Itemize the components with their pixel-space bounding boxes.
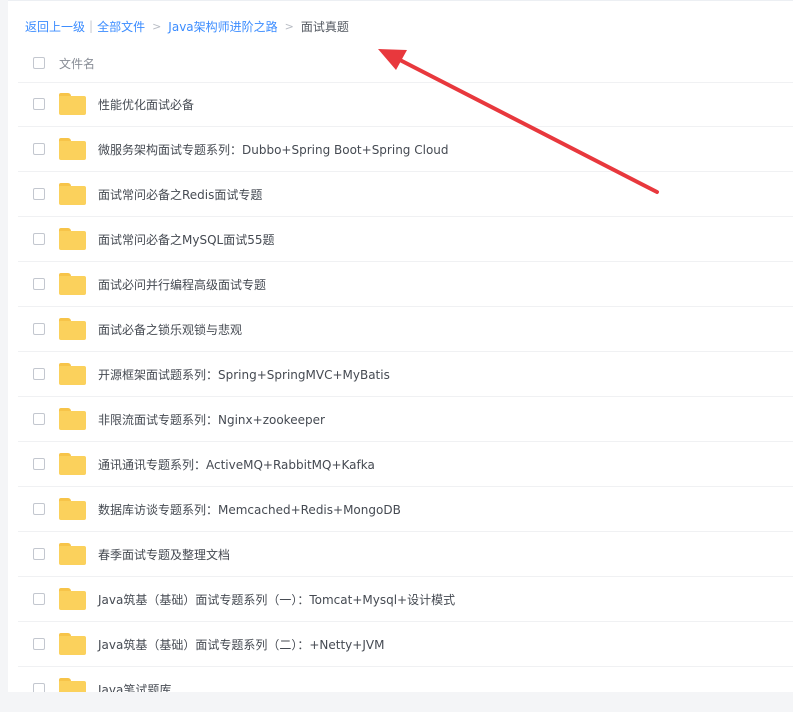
row-checkbox[interactable] bbox=[33, 98, 45, 110]
file-row[interactable]: 面试必问并行编程高级面试专题 bbox=[18, 262, 793, 307]
all-files-link[interactable]: 全部文件 bbox=[97, 18, 145, 35]
folder-icon bbox=[59, 93, 86, 115]
file-name-link[interactable]: 春季面试专题及整理文档 bbox=[98, 546, 230, 563]
row-checkbox[interactable] bbox=[33, 458, 45, 470]
row-checkbox[interactable] bbox=[33, 233, 45, 245]
file-row[interactable]: Java笔试题库 bbox=[18, 667, 793, 692]
row-checkbox[interactable] bbox=[33, 548, 45, 560]
folder-icon bbox=[59, 273, 86, 295]
row-checkbox[interactable] bbox=[33, 593, 45, 605]
breadcrumb-java-architect-link[interactable]: Java架构师进阶之路 bbox=[168, 18, 277, 35]
top-divider bbox=[8, 0, 793, 1]
select-all-checkbox[interactable] bbox=[33, 57, 45, 69]
file-name-link[interactable]: 通讯通讯专题系列：ActiveMQ+RabbitMQ+Kafka bbox=[98, 456, 375, 473]
file-row[interactable]: 面试常问必备之Redis面试专题 bbox=[18, 172, 793, 217]
folder-icon bbox=[59, 363, 86, 385]
chevron-right-icon: > bbox=[152, 19, 162, 33]
file-name-link[interactable]: 非限流面试专题系列：Nginx+zookeeper bbox=[98, 411, 325, 428]
file-name-link[interactable]: Java笔试题库 bbox=[98, 681, 171, 693]
row-checkbox[interactable] bbox=[33, 683, 45, 692]
folder-icon bbox=[59, 228, 86, 250]
file-row[interactable]: 性能优化面试必备 bbox=[18, 82, 793, 127]
row-checkbox[interactable] bbox=[33, 413, 45, 425]
file-name-link[interactable]: 微服务架构面试专题系列：Dubbo+Spring Boot+Spring Clo… bbox=[98, 141, 449, 158]
folder-icon bbox=[59, 588, 86, 610]
file-name-link[interactable]: Java筑基（基础）面试专题系列（二）：+Netty+JVM bbox=[98, 636, 384, 653]
file-row[interactable]: 数据库访谈专题系列：Memcached+Redis+MongoDB bbox=[18, 487, 793, 532]
row-checkbox[interactable] bbox=[33, 368, 45, 380]
file-name-link[interactable]: 性能优化面试必备 bbox=[98, 96, 194, 113]
row-checkbox[interactable] bbox=[33, 278, 45, 290]
file-name-link[interactable]: 数据库访谈专题系列：Memcached+Redis+MongoDB bbox=[98, 501, 401, 518]
file-row[interactable]: 非限流面试专题系列：Nginx+zookeeper bbox=[18, 397, 793, 442]
file-name-link[interactable]: 面试常问必备之MySQL面试55题 bbox=[98, 231, 274, 248]
back-link[interactable]: 返回上一级 bbox=[25, 18, 85, 35]
file-row[interactable]: Java筑基（基础）面试专题系列（二）：+Netty+JVM bbox=[18, 622, 793, 667]
folder-icon bbox=[59, 318, 86, 340]
folder-icon bbox=[59, 498, 86, 520]
row-checkbox[interactable] bbox=[33, 323, 45, 335]
folder-icon bbox=[59, 633, 86, 655]
row-checkbox[interactable] bbox=[33, 188, 45, 200]
chevron-right-icon: > bbox=[284, 19, 294, 33]
file-row[interactable]: 通讯通讯专题系列：ActiveMQ+RabbitMQ+Kafka bbox=[18, 442, 793, 487]
folder-icon bbox=[59, 408, 86, 430]
folder-icon bbox=[59, 543, 86, 565]
file-list-header: 文件名 bbox=[18, 44, 793, 83]
folder-icon bbox=[59, 678, 86, 692]
folder-icon bbox=[59, 183, 86, 205]
file-row[interactable]: 微服务架构面试专题系列：Dubbo+Spring Boot+Spring Clo… bbox=[18, 127, 793, 172]
file-name-link[interactable]: 面试常问必备之Redis面试专题 bbox=[98, 186, 262, 203]
row-checkbox[interactable] bbox=[33, 638, 45, 650]
file-list: 性能优化面试必备微服务架构面试专题系列：Dubbo+Spring Boot+Sp… bbox=[18, 82, 793, 692]
file-row[interactable]: 面试常问必备之MySQL面试55题 bbox=[18, 217, 793, 262]
breadcrumb: 返回上一级 | 全部文件 > Java架构师进阶之路 > 面试真题 bbox=[25, 16, 349, 36]
file-row[interactable]: 开源框架面试题系列：Spring+SpringMVC+MyBatis bbox=[18, 352, 793, 397]
breadcrumb-current: 面试真题 bbox=[300, 19, 349, 34]
file-name-link[interactable]: 开源框架面试题系列：Spring+SpringMVC+MyBatis bbox=[98, 366, 390, 383]
folder-icon bbox=[59, 138, 86, 160]
row-checkbox[interactable] bbox=[33, 503, 45, 515]
filename-column-header[interactable]: 文件名 bbox=[59, 55, 95, 72]
file-name-link[interactable]: Java筑基（基础）面试专题系列（一）：Tomcat+Mysql+设计模式 bbox=[98, 591, 455, 608]
file-browser-panel: 返回上一级 | 全部文件 > Java架构师进阶之路 > 面试真题 文件名 性能… bbox=[8, 0, 793, 692]
file-row[interactable]: 春季面试专题及整理文档 bbox=[18, 532, 793, 577]
file-name-link[interactable]: 面试必备之锁乐观锁与悲观 bbox=[98, 321, 242, 338]
row-checkbox[interactable] bbox=[33, 143, 45, 155]
file-row[interactable]: 面试必备之锁乐观锁与悲观 bbox=[18, 307, 793, 352]
file-row[interactable]: Java筑基（基础）面试专题系列（一）：Tomcat+Mysql+设计模式 bbox=[18, 577, 793, 622]
folder-icon bbox=[59, 453, 86, 475]
file-name-link[interactable]: 面试必问并行编程高级面试专题 bbox=[98, 276, 266, 293]
breadcrumb-divider: | bbox=[89, 19, 94, 33]
